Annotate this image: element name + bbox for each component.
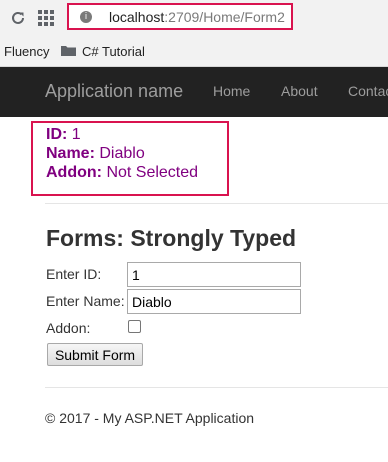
name-input[interactable]	[127, 289, 301, 314]
bookmarks-bar: Fluency C# Tutorial	[0, 36, 388, 67]
id-input[interactable]	[127, 262, 301, 287]
result-addon-value: Not Selected	[106, 164, 199, 181]
browser-toolbar: i localhost:2709/Home/Form2	[0, 0, 388, 36]
result-addon-line: Addon: Not Selected	[46, 164, 198, 182]
result-name-value: Diablo	[99, 145, 145, 162]
footer-text: © 2017 - My ASP.NET Application	[45, 410, 255, 426]
nav-link-home[interactable]: Home	[213, 83, 250, 99]
submit-form-button[interactable]: Submit Form	[47, 343, 143, 366]
address-url[interactable]: localhost:2709/Home/Form2	[109, 9, 285, 25]
folder-icon	[61, 46, 76, 56]
addon-checkbox[interactable]	[128, 320, 141, 333]
url-host: localhost	[109, 9, 165, 25]
result-name-line: Name: Diablo	[46, 145, 145, 163]
result-id-label: ID:	[46, 126, 68, 143]
nav-link-about[interactable]: About	[281, 83, 318, 99]
page-title: Forms: Strongly Typed	[46, 225, 297, 251]
nav-link-contact[interactable]: Contact	[348, 83, 388, 99]
bookmark-fluency[interactable]: Fluency	[4, 44, 50, 59]
site-info-icon[interactable]: i	[80, 11, 92, 23]
divider-bottom	[45, 387, 388, 388]
result-name-label: Name:	[46, 145, 95, 162]
enter-id-label: Enter ID:	[46, 266, 102, 282]
navbar-brand[interactable]: Application name	[45, 81, 183, 102]
url-path: :2709/Home/Form2	[164, 9, 285, 25]
apps-grid-icon[interactable]	[38, 10, 54, 26]
reload-icon[interactable]	[9, 9, 27, 27]
bookmark-csharp-tutorial[interactable]: C# Tutorial	[82, 44, 145, 59]
enter-name-label: Enter Name:	[46, 293, 125, 309]
site-navbar: Application name Home About Contact	[0, 67, 388, 117]
result-id-line: ID: 1	[46, 126, 81, 144]
divider-top	[45, 203, 388, 204]
addon-label: Addon:	[46, 320, 91, 336]
result-addon-label: Addon:	[46, 164, 102, 181]
result-id-value: 1	[71, 126, 81, 143]
address-bar[interactable]: i localhost:2709/Home/Form2	[67, 3, 293, 30]
posted-result-box: ID: 1 Name: Diablo Addon: Not Selected	[31, 121, 229, 196]
